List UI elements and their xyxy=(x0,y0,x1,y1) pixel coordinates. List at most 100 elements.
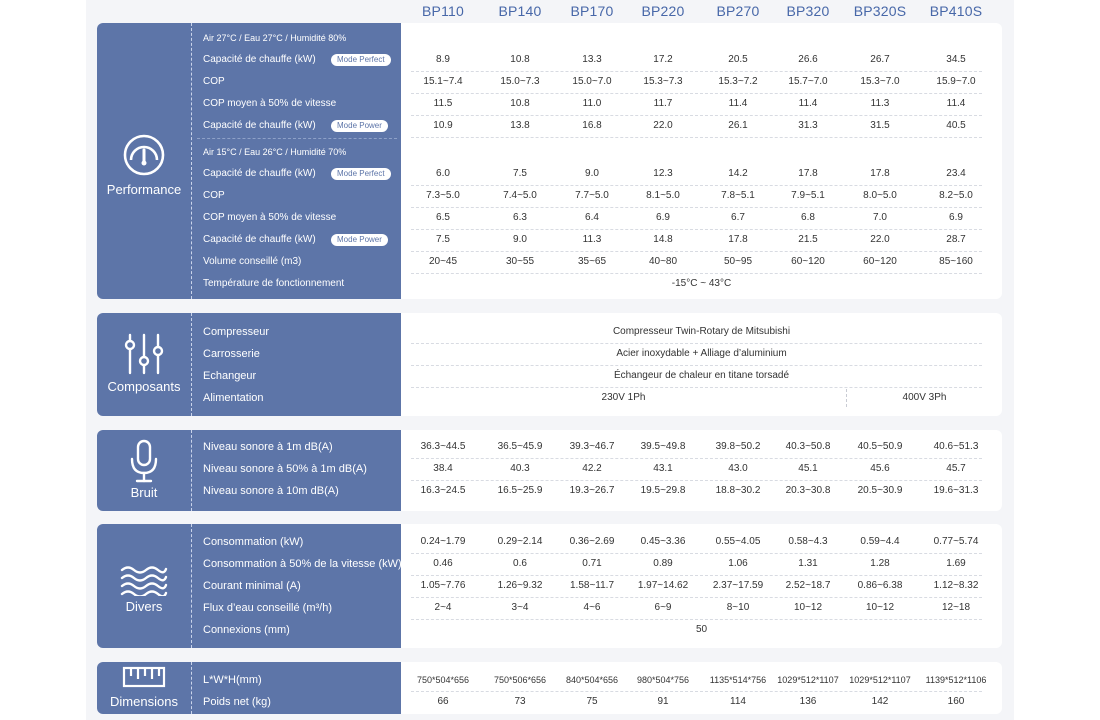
value-cell: 7.5 xyxy=(513,168,527,179)
value-cell: 22.0 xyxy=(653,120,673,131)
value-cell: 40.3~50.8 xyxy=(785,441,831,452)
spec-row: Capacité de chauffe (kW) Mode Power 10.9 13… xyxy=(97,115,1002,137)
value-cell: 1.97~14.62 xyxy=(637,580,689,591)
spec-row: COP moyen à 50% de vitesse 6.5 6.3 6.4 6.9 6.… xyxy=(97,207,1002,229)
value-cell: 9.0 xyxy=(513,234,527,245)
value-cell: 17.8 xyxy=(798,168,818,179)
condition-2-row: Air 15°C / Eau 26°C / Humidité 70% xyxy=(97,141,1002,163)
spec-label: L*W*H(mm) xyxy=(203,674,262,686)
model-header-bp270: BP270 xyxy=(716,3,760,19)
value-cell: 39.8~50.2 xyxy=(715,441,761,452)
value-cell: 21.5 xyxy=(798,234,818,245)
value-cell: 6.7 xyxy=(731,212,745,223)
spec-label: Niveau sonore à 50% à 1m dB(A) xyxy=(203,463,367,475)
model-header-bp140: BP140 xyxy=(498,3,542,19)
value-cell: 142 xyxy=(871,696,889,707)
alimentation-separator xyxy=(846,389,847,407)
value-cell: 15.3~7.0 xyxy=(860,76,900,87)
alimentation-3ph: 400V 3Ph xyxy=(902,392,947,403)
value-cell: 14.8 xyxy=(653,234,673,245)
value-cell: 6~9 xyxy=(654,602,672,613)
temperature-row: Température de fonctionnement -15°C ~ 43°… xyxy=(97,273,1002,295)
value-cell: 15.3~7.3 xyxy=(643,76,683,87)
value-cell: 13.3 xyxy=(582,54,602,65)
value-cell: 19.3~26.7 xyxy=(569,485,615,496)
value-cell: 20~45 xyxy=(428,256,458,267)
spec-row: Carrosserie Acier inoxydable + Alliage d’… xyxy=(97,343,1002,365)
value-cell: 750*504*656 xyxy=(416,675,470,685)
value-cell: 840*504*656 xyxy=(565,675,619,685)
value-cell: 10~12 xyxy=(865,602,895,613)
spec-label: Température de fonctionnement xyxy=(203,278,345,289)
value-cell: 19.6~31.3 xyxy=(933,485,979,496)
value-cell: 1.28 xyxy=(870,558,890,569)
value-cell: 0.59~4.4 xyxy=(860,536,900,547)
value-cell: 7.5 xyxy=(436,234,450,245)
spec-row: L*W*H(mm) 750*504*656 750*506*656 840*504*6… xyxy=(97,669,1002,691)
value-cell: 0.29~2.14 xyxy=(497,536,543,547)
value-cell: 1.69 xyxy=(946,558,966,569)
value-cell: 39.3~46.7 xyxy=(569,441,615,452)
value-cell: 35~65 xyxy=(577,256,607,267)
value-cell: 15.0~7.0 xyxy=(572,76,612,87)
value-cell: 1.06 xyxy=(728,558,748,569)
value-cell: 30~55 xyxy=(505,256,535,267)
value-cell: 8.9 xyxy=(436,54,450,65)
value-cell: 43.1 xyxy=(653,463,673,474)
value-cell: 10.8 xyxy=(510,98,530,109)
value-cell: 40.3 xyxy=(510,463,530,474)
value-cell: 10.8 xyxy=(510,54,530,65)
component-value: Compresseur Twin-Rotary de Mitsubishi xyxy=(612,326,791,337)
value-cell: 11.5 xyxy=(433,98,453,109)
value-cell: 160 xyxy=(947,696,965,707)
value-cell: 34.5 xyxy=(946,54,966,65)
mode-power-badge: Mode Power xyxy=(331,120,388,132)
value-cell: 45.1 xyxy=(798,463,818,474)
value-cell: 10~12 xyxy=(793,602,823,613)
value-cell: 23.4 xyxy=(946,168,966,179)
value-cell: 6.5 xyxy=(436,212,450,223)
value-cell: 0.24~1.79 xyxy=(420,536,466,547)
spec-label: Consommation (kW) xyxy=(203,536,304,548)
value-cell: 7.3~5.0 xyxy=(426,190,460,201)
value-cell: 26.7 xyxy=(870,54,890,65)
model-header-row: BP110 BP140 BP170 BP220 BP270 BP320 BP320S BP41… xyxy=(0,3,1100,21)
value-cell: 1135*514*756 xyxy=(709,675,767,685)
value-cell: 43.0 xyxy=(728,463,748,474)
value-cell: 11.4 xyxy=(798,98,818,109)
value-cell: 15.3~7.2 xyxy=(718,76,758,87)
value-cell: 11.4 xyxy=(728,98,748,109)
value-cell: 1.05~7.76 xyxy=(420,580,466,591)
value-cell: 11.3 xyxy=(582,234,602,245)
value-cell: 6.9 xyxy=(656,212,670,223)
spec-row: Courant minimal (A) 1.05~7.76 1.26~9.32 1.5… xyxy=(97,575,1002,597)
spec-label: Connexions (mm) xyxy=(203,624,290,636)
mode-perfect-badge: Mode Perfect xyxy=(331,54,391,66)
spec-label: Consommation à 50% de la vitesse (kW) xyxy=(203,558,402,570)
value-cell: 15.0~7.3 xyxy=(500,76,540,87)
spec-label: Niveau sonore à 1m dB(A) xyxy=(203,441,333,453)
value-cell: 75 xyxy=(586,696,598,707)
value-cell: 6.0 xyxy=(436,168,450,179)
value-cell: 7.9~5.1 xyxy=(791,190,825,201)
composants-section: Composants Compresseur Compresseur Twin-R… xyxy=(97,313,1002,416)
spec-label: Volume conseillé (m3) xyxy=(203,256,302,267)
value-cell: 0.86~6.38 xyxy=(857,580,903,591)
spec-label: Alimentation xyxy=(203,392,264,404)
value-cell: 1.12~8.32 xyxy=(933,580,979,591)
value-cell: 2~4 xyxy=(434,602,452,613)
value-cell: 8~10 xyxy=(726,602,750,613)
value-cell: 11.4 xyxy=(946,98,966,109)
spec-row: Flux d’eau conseillé (m³/h) 2~4 3~4 4~6 6~9 8… xyxy=(97,597,1002,619)
value-cell: 7.8~5.1 xyxy=(721,190,755,201)
spec-label: Echangeur xyxy=(203,370,257,382)
condition-1-label: Air 27°C / Eau 27°C / Humidité 80% xyxy=(203,33,347,43)
spec-row: Niveau sonore à 10m dB(A) 16.3~24.5 16.5~2… xyxy=(97,480,1002,502)
value-cell: 38.4 xyxy=(433,463,453,474)
spec-label: COP xyxy=(203,76,225,87)
value-cell: 3~4 xyxy=(511,602,529,613)
spec-label: Capacité de chauffe (kW) xyxy=(203,120,316,131)
value-cell: 14.2 xyxy=(728,168,748,179)
value-cell: 0.89 xyxy=(653,558,673,569)
value-cell: 26.1 xyxy=(728,120,748,131)
